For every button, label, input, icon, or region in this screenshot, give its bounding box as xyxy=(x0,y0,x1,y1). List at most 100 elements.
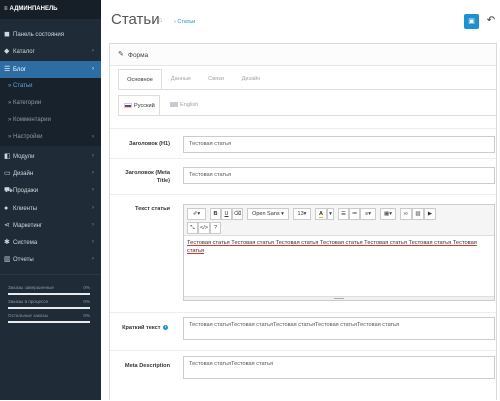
sidebar-item-design[interactable]: ▭ Дизайн › xyxy=(0,165,101,182)
tab-design[interactable]: Дизайн xyxy=(234,69,268,90)
table-button[interactable]: ▦▾ xyxy=(380,208,396,220)
menu-icon[interactable]: ≡ xyxy=(4,0,8,19)
font-family-select[interactable]: Open Sans ▾ xyxy=(247,208,289,220)
meta-description-input[interactable]: Тестовая статьяТестовая статья xyxy=(183,356,495,379)
link-button[interactable]: ∞ xyxy=(400,208,412,220)
meta-title-label-line2: Title) xyxy=(156,178,170,184)
font-color-button[interactable]: A xyxy=(315,208,327,220)
image-button[interactable]: ▨ xyxy=(412,208,424,220)
home-icon[interactable]: ⌂ xyxy=(158,17,162,24)
monitor-icon: ▭ xyxy=(4,170,11,177)
gear-icon: ✱ xyxy=(4,239,10,246)
form-row-meta-description: Meta Description Тестовая статьяТестовая… xyxy=(110,350,496,401)
magic-wand-icon: ✐▾ xyxy=(192,211,201,217)
sidebar-item-sales[interactable]: ⛟Продажи › xyxy=(0,182,101,199)
meta-description-label: Meta Description xyxy=(124,363,170,369)
ordered-list-button[interactable]: ≔ xyxy=(349,208,360,220)
lang-label: Русский xyxy=(134,103,155,109)
chevron-right-icon: › xyxy=(92,256,94,262)
breadcrumb-articles[interactable]: › Статьи xyxy=(174,19,195,25)
tab-links[interactable]: Связи xyxy=(200,69,232,90)
sidebar-item-label: Система xyxy=(13,240,38,246)
meta-title-label: Заголовок (Meta Title) xyxy=(110,169,170,185)
stat-value: 0% xyxy=(83,313,90,318)
video-button[interactable]: ▶ xyxy=(424,208,436,220)
paragraph-button[interactable]: ≡▾ xyxy=(360,208,376,220)
sidebar-item-label: Маркетинг xyxy=(13,223,43,229)
meta-title-input[interactable]: Тестовая статья xyxy=(183,167,495,184)
code-view-button[interactable]: </> xyxy=(198,222,210,234)
fullscreen-icon: ⤡ xyxy=(190,225,195,231)
sidebar-item-blog[interactable]: ☰ Блог › xyxy=(0,61,101,78)
save-icon: ▣ xyxy=(468,18,475,25)
short-text-input[interactable]: Тестовая статьяТестовая статьяТестовая с… xyxy=(183,317,495,340)
save-button[interactable]: ▣ xyxy=(464,14,479,29)
chevron-right-icon: › xyxy=(92,134,94,140)
rich-text-editor[interactable]: ✐▾ B U ⌫ Open Sans ▾ 13▾ A ▾ ☰ ≔ ≡▾ ▦▾ ∞… xyxy=(183,204,495,301)
sidebar-item-dashboard[interactable]: ◼ Панель состояния xyxy=(0,26,101,43)
table-icon: ▦▾ xyxy=(384,211,392,217)
divider xyxy=(0,274,101,275)
font-size-select[interactable]: 13▾ xyxy=(293,208,311,220)
help-button[interactable]: ? xyxy=(210,222,221,234)
sidebar-subitem-articles[interactable]: » Статьи xyxy=(0,78,101,95)
unordered-list-button[interactable]: ☰ xyxy=(338,208,349,220)
editor-content[interactable]: Тестовая статья Тестовая статья Тестовая… xyxy=(187,239,491,255)
h1-input[interactable]: Тестовая статья xyxy=(183,136,495,153)
font-family-value: Open Sans xyxy=(252,211,280,217)
font-color-dropdown[interactable]: ▾ xyxy=(327,208,334,220)
list-ul-icon: ☰ xyxy=(341,211,346,217)
breadcrumb-label: Статьи xyxy=(177,18,196,25)
tab-lang-russian[interactable]: Русский xyxy=(118,95,160,116)
caret-down-icon: ▾ xyxy=(329,211,332,217)
panel-heading: ✎ Форма xyxy=(110,44,496,66)
sidebar-item-label: Дизайн xyxy=(13,171,34,177)
underline-button[interactable]: U xyxy=(221,208,232,220)
form-row-meta-title: Заголовок (Meta Title) Тестовая статья xyxy=(110,158,496,194)
sidebar-subitem-categories[interactable]: » Категории xyxy=(0,95,101,112)
align-icon: ≡▾ xyxy=(365,211,371,217)
info-icon[interactable]: i xyxy=(163,325,168,331)
sidebar-item-label: Каталог xyxy=(13,49,35,55)
sidebar-item-label: Панель состояния xyxy=(13,32,64,38)
puzzle-icon: ◧ xyxy=(4,153,11,160)
reply-icon: ↶ xyxy=(486,15,496,26)
stat-progress-bar xyxy=(8,307,90,309)
chevron-right-icon: › xyxy=(92,170,94,176)
meta-title-label-line1: Заголовок (Meta xyxy=(125,170,170,176)
sidebar-subitem-settings[interactable]: » Настройки › xyxy=(0,129,101,146)
sidebar-item-customers[interactable]: ● Клиенты › xyxy=(0,200,101,217)
bold-button[interactable]: B xyxy=(210,208,221,220)
chevron-right-icon: › xyxy=(92,66,94,72)
fullscreen-button[interactable]: ⤡ xyxy=(187,222,198,234)
russia-flag-icon xyxy=(124,103,132,109)
chevron-right-icon: › xyxy=(92,222,94,228)
sidebar-item-label: Клиенты xyxy=(13,206,38,212)
sidebar: ≡ АДМИНПАНЕЛЬ ◼ Панель состояния ◆ Каталог ›… xyxy=(0,0,101,400)
sidebar-subitem-comments[interactable]: » Комментарии xyxy=(0,112,101,129)
sidebar-item-label: Модули xyxy=(13,154,35,160)
tab-general[interactable]: Основное xyxy=(118,69,162,90)
magic-wand-button[interactable]: ✐▾ xyxy=(187,208,206,220)
page-header: Статьи ⌂ › Статьи ▣ ↶ xyxy=(101,0,500,40)
sidebar-item-marketing[interactable]: ⋖ Маркетинг › xyxy=(0,217,101,234)
sidebar-item-catalog[interactable]: ◆ Каталог › xyxy=(0,43,101,60)
pencil-icon: ✎ xyxy=(118,51,124,58)
back-button[interactable]: ↶ xyxy=(484,14,498,29)
sidebar-item-system[interactable]: ✱ Система › xyxy=(0,234,101,251)
link-icon: ∞ xyxy=(404,211,408,217)
help-icon: ? xyxy=(213,225,218,231)
code-icon: </> xyxy=(200,225,208,231)
tab-data[interactable]: Данные xyxy=(165,69,197,90)
h1-label: Заголовок (H1) xyxy=(128,141,170,147)
tab-lang-english[interactable]: English xyxy=(165,95,205,116)
chevron-right-icon: › xyxy=(92,205,94,211)
sidebar-item-reports[interactable]: ▥ Отчеты › xyxy=(0,251,101,268)
editor-resize-handle[interactable] xyxy=(184,296,494,300)
stat-progress-bar xyxy=(8,293,90,295)
eraser-button[interactable]: ⌫ xyxy=(232,208,243,220)
video-icon: ▶ xyxy=(427,211,433,217)
stat-value: 0% xyxy=(83,285,90,290)
sidebar-item-modules[interactable]: ◧ Модули › xyxy=(0,148,101,165)
brand[interactable]: ≡ АДМИНПАНЕЛЬ xyxy=(0,0,101,19)
